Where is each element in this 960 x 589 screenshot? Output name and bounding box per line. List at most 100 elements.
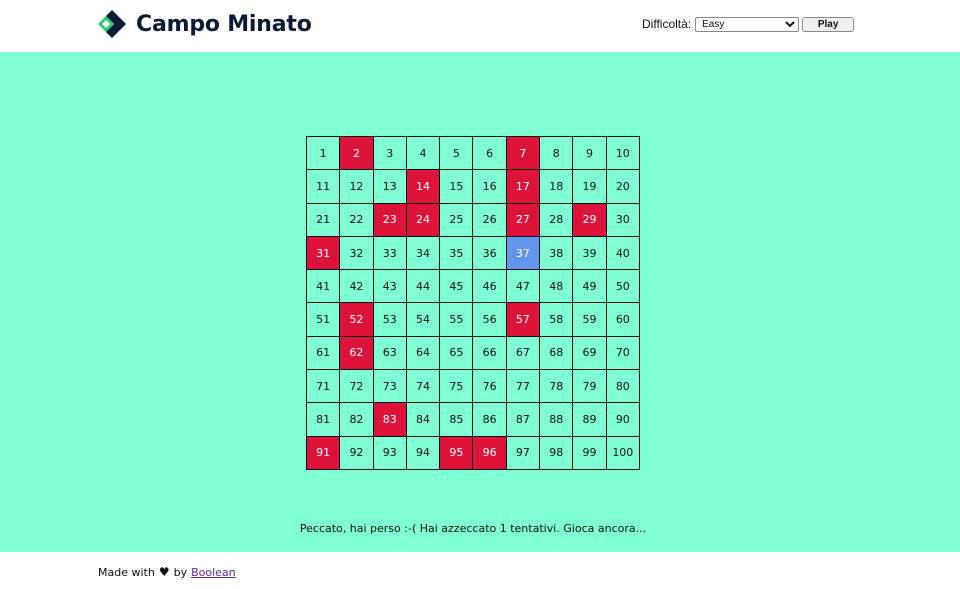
grid-cell[interactable]: 91 — [307, 436, 341, 470]
grid-cell[interactable]: 51 — [307, 303, 341, 337]
grid-cell[interactable]: 58 — [540, 303, 574, 337]
grid-cell[interactable]: 35 — [440, 236, 474, 271]
grid-cell[interactable]: 98 — [540, 436, 574, 470]
grid-cell[interactable]: 39 — [573, 236, 607, 271]
grid-cell[interactable]: 79 — [573, 370, 607, 404]
grid-cell[interactable]: 46 — [473, 270, 507, 304]
grid-cell[interactable]: 73 — [373, 370, 407, 404]
grid-cell[interactable]: 82 — [340, 403, 374, 437]
grid-cell[interactable]: 14 — [406, 170, 441, 204]
grid-cell[interactable]: 88 — [540, 403, 574, 437]
grid-cell[interactable]: 28 — [540, 203, 574, 237]
grid-cell[interactable]: 96 — [473, 436, 507, 470]
grid-cell[interactable]: 67 — [506, 336, 541, 371]
grid-cell[interactable]: 65 — [440, 336, 474, 371]
grid-cell[interactable]: 1 — [307, 137, 341, 171]
grid-cell[interactable]: 13 — [373, 170, 407, 204]
grid-cell[interactable]: 19 — [573, 170, 607, 204]
grid-cell[interactable]: 81 — [307, 403, 341, 437]
grid-cell[interactable]: 66 — [473, 336, 507, 371]
grid-cell[interactable]: 32 — [340, 236, 374, 271]
grid-cell[interactable]: 93 — [373, 436, 407, 470]
grid-cell[interactable]: 27 — [506, 203, 541, 237]
grid-cell[interactable]: 15 — [440, 170, 474, 204]
grid-cell[interactable]: 42 — [340, 270, 374, 304]
grid-cell[interactable]: 37 — [506, 236, 541, 271]
grid-cell[interactable]: 77 — [506, 370, 541, 404]
grid-cell[interactable]: 9 — [573, 137, 607, 171]
grid-cell[interactable]: 20 — [606, 170, 640, 204]
grid-cell[interactable]: 23 — [373, 203, 407, 237]
grid-cell[interactable]: 76 — [473, 370, 507, 404]
difficulty-select[interactable]: Easy — [695, 16, 800, 32]
grid-cell[interactable]: 90 — [606, 403, 640, 437]
grid-cell[interactable]: 83 — [373, 403, 407, 437]
grid-cell[interactable]: 17 — [506, 170, 541, 204]
grid-cell[interactable]: 62 — [340, 336, 374, 371]
grid-cell[interactable]: 70 — [606, 336, 640, 371]
grid-cell[interactable]: 71 — [307, 370, 341, 404]
grid-cell[interactable]: 40 — [606, 236, 640, 271]
grid-cell[interactable]: 87 — [506, 403, 541, 437]
grid-cell[interactable]: 48 — [540, 270, 574, 304]
grid-cell[interactable]: 11 — [307, 170, 341, 204]
grid-cell[interactable]: 78 — [540, 370, 574, 404]
grid-cell[interactable]: 29 — [573, 203, 607, 237]
grid-cell[interactable]: 100 — [606, 436, 640, 470]
grid-cell[interactable]: 30 — [606, 203, 640, 237]
grid-cell[interactable]: 22 — [340, 203, 374, 237]
grid-cell[interactable]: 16 — [473, 170, 507, 204]
grid-cell[interactable]: 49 — [573, 270, 607, 304]
grid-cell[interactable]: 47 — [506, 270, 541, 304]
grid-cell[interactable]: 59 — [573, 303, 607, 337]
grid-cell[interactable]: 33 — [373, 236, 407, 271]
grid-cell[interactable]: 95 — [440, 436, 474, 470]
grid-cell[interactable]: 85 — [440, 403, 474, 437]
grid-cell[interactable]: 43 — [373, 270, 407, 304]
grid-cell[interactable]: 61 — [307, 336, 341, 371]
grid-cell[interactable]: 94 — [406, 436, 441, 470]
grid-cell[interactable]: 92 — [340, 436, 374, 470]
grid-cell[interactable]: 63 — [373, 336, 407, 371]
grid-cell[interactable]: 64 — [406, 336, 441, 371]
grid-cell[interactable]: 99 — [573, 436, 607, 470]
grid-cell[interactable]: 38 — [540, 236, 574, 271]
grid-cell[interactable]: 5 — [440, 137, 474, 171]
grid-cell[interactable]: 31 — [307, 236, 341, 271]
grid-cell[interactable]: 26 — [473, 203, 507, 237]
grid-cell[interactable]: 69 — [573, 336, 607, 371]
grid-cell[interactable]: 57 — [506, 303, 541, 337]
grid-cell[interactable]: 54 — [406, 303, 441, 337]
grid-cell[interactable]: 52 — [340, 303, 374, 337]
grid-cell[interactable]: 44 — [406, 270, 441, 304]
grid-cell[interactable]: 36 — [473, 236, 507, 271]
grid-cell[interactable]: 84 — [406, 403, 441, 437]
grid-cell[interactable]: 12 — [340, 170, 374, 204]
grid-cell[interactable]: 55 — [440, 303, 474, 337]
grid-cell[interactable]: 18 — [540, 170, 574, 204]
grid-cell[interactable]: 50 — [606, 270, 640, 304]
author-link[interactable]: Boolean — [191, 566, 236, 579]
grid-cell[interactable]: 41 — [307, 270, 341, 304]
grid-cell[interactable]: 25 — [440, 203, 474, 237]
play-button[interactable]: Play — [802, 16, 855, 32]
grid-cell[interactable]: 6 — [473, 137, 507, 171]
grid-cell[interactable]: 89 — [573, 403, 607, 437]
grid-cell[interactable]: 7 — [506, 137, 541, 171]
grid-cell[interactable]: 97 — [506, 436, 541, 470]
grid-cell[interactable]: 2 — [340, 137, 374, 171]
grid-cell[interactable]: 86 — [473, 403, 507, 437]
grid-cell[interactable]: 34 — [406, 236, 441, 271]
grid-cell[interactable]: 72 — [340, 370, 374, 404]
grid-cell[interactable]: 45 — [440, 270, 474, 304]
grid-cell[interactable]: 10 — [606, 137, 640, 171]
grid-cell[interactable]: 75 — [440, 370, 474, 404]
grid-cell[interactable]: 56 — [473, 303, 507, 337]
grid-cell[interactable]: 4 — [406, 137, 441, 171]
grid-cell[interactable]: 74 — [406, 370, 441, 404]
grid-cell[interactable]: 68 — [540, 336, 574, 371]
grid-cell[interactable]: 24 — [406, 203, 441, 237]
grid-cell[interactable]: 21 — [307, 203, 341, 237]
grid-cell[interactable]: 53 — [373, 303, 407, 337]
grid-cell[interactable]: 60 — [606, 303, 640, 337]
